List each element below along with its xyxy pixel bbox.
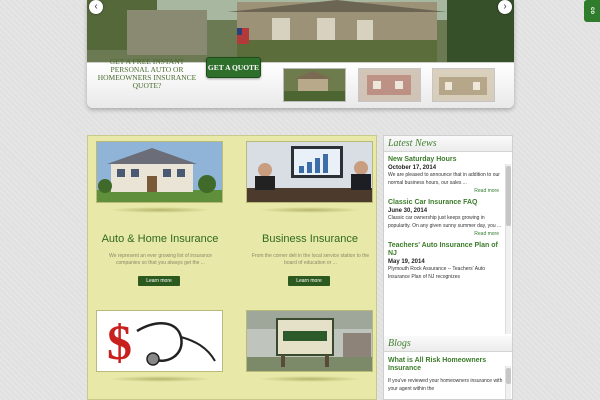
dollar-stethoscope-photo: $ <box>96 310 223 372</box>
service-card-auto-home: Auto & Home Insurance We represent an ev… <box>88 136 228 296</box>
service-description: We represent an ever growing list of ins… <box>108 253 212 266</box>
news-excerpt: We are pleased to announce that in addit… <box>388 172 500 186</box>
news-scrollbar[interactable] <box>505 164 511 334</box>
news-item: New Saturday Hours October 17, 2014 We a… <box>384 153 506 196</box>
blog-title-link[interactable]: What is All Risk Homeowners Insurance <box>388 357 503 373</box>
services-panel: Auto & Home Insurance We represent an ev… <box>87 135 377 400</box>
learn-more-button[interactable]: Learn more <box>288 276 330 286</box>
news-date: October 17, 2014 <box>388 165 437 171</box>
service-title: Auto & Home Insurance <box>101 233 219 245</box>
slider-prev-arrow-icon[interactable]: ‹ <box>89 0 103 14</box>
image-shadow <box>108 207 212 213</box>
slide-thumbnail-2[interactable] <box>358 68 421 102</box>
slide-thumbnail-3[interactable] <box>432 68 495 102</box>
learn-more-button[interactable]: Learn more <box>138 276 180 286</box>
news-title-link[interactable]: Teachers' Auto Insurance Plan of NJ <box>388 242 503 258</box>
blog-excerpt: If you've reviewed your homeowners insur… <box>388 378 503 392</box>
image-shadow <box>108 376 212 382</box>
news-item: Teachers' Auto Insurance Plan of NJ May … <box>384 239 506 281</box>
blog-list[interactable]: What is All Risk Homeowners Insurance If… <box>384 354 506 399</box>
service-card-business: Business Insurance From the corner deli … <box>238 136 376 296</box>
slide-thumbnail-1[interactable] <box>283 68 346 102</box>
news-item: Classic Car Insurance FAQ June 30, 2014 … <box>384 196 506 239</box>
blogs-heading: Blogs <box>384 336 512 352</box>
blog-item: What is All Risk Homeowners Insurance If… <box>384 354 506 393</box>
news-excerpt: Plymouth Rock Assurance -- Teachers' Aut… <box>388 266 486 280</box>
blog-scrollbar[interactable] <box>505 366 511 399</box>
side-contact-tab[interactable]: co <box>584 0 600 22</box>
read-more-link[interactable]: Read more <box>388 230 503 239</box>
news-scrollbar-thumb[interactable] <box>506 166 511 226</box>
image-shadow <box>258 376 362 382</box>
blogs-header: Blogs <box>384 336 512 352</box>
insurance-sign-photo <box>246 310 373 372</box>
news-excerpt: Classic car ownership just keeps growing… <box>388 215 502 229</box>
service-title: Business Insurance <box>262 233 358 245</box>
read-more-link[interactable]: Read more <box>388 187 503 196</box>
get-quote-button[interactable]: GET A QUOTE <box>206 57 261 78</box>
news-title-link[interactable]: Classic Car Insurance FAQ <box>388 199 503 207</box>
house-photo <box>96 141 223 203</box>
slider-next-arrow-icon[interactable]: › <box>498 0 512 14</box>
news-date: May 19, 2014 <box>388 259 425 265</box>
service-description: From the corner deli in the local servic… <box>251 253 370 266</box>
news-title-link[interactable]: New Saturday Hours <box>388 156 503 164</box>
image-shadow <box>258 207 362 213</box>
hero-slider: GET A FREE INSTANT PERSONAL AUTO OR HOME… <box>87 0 514 108</box>
service-card-health: $ <box>88 308 228 398</box>
svg-text:$: $ <box>107 314 132 370</box>
latest-news-heading: Latest News <box>384 136 512 152</box>
news-date: June 30, 2014 <box>388 208 428 214</box>
hero-house-photo <box>87 0 514 62</box>
news-sidebar: Latest News New Saturday Hours October 1… <box>383 135 513 400</box>
service-card-agency <box>238 308 376 398</box>
blog-scrollbar-thumb[interactable] <box>506 368 511 384</box>
news-list[interactable]: New Saturday Hours October 17, 2014 We a… <box>384 153 506 333</box>
business-meeting-photo <box>246 141 373 203</box>
quote-promo-text: GET A FREE INSTANT PERSONAL AUTO OR HOME… <box>97 57 197 90</box>
